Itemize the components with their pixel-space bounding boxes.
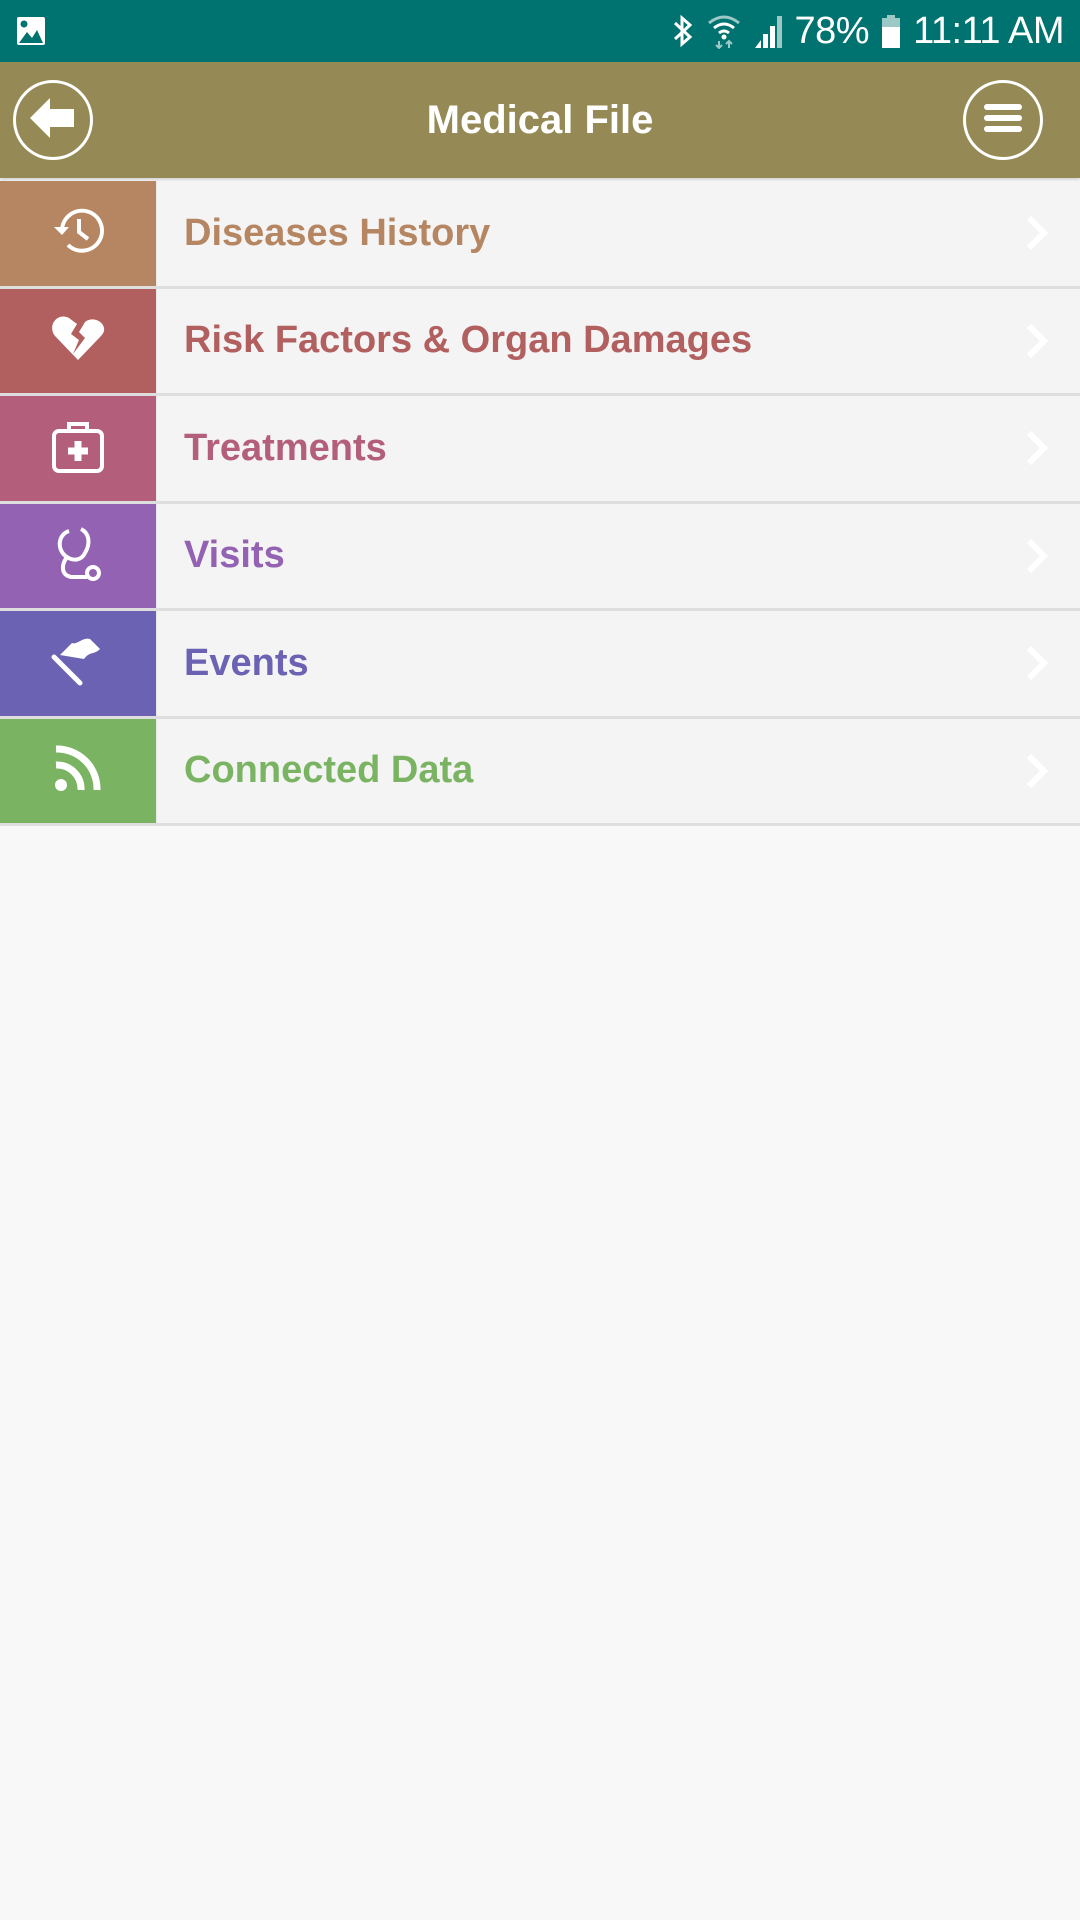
chevron-right-icon: [1026, 538, 1049, 574]
chevron-right-icon: [1026, 430, 1049, 466]
menu-item-icon-cell: [0, 718, 157, 823]
chevron-right-icon: [1026, 215, 1049, 251]
menu-item-icon-cell: [0, 611, 157, 716]
menu-item-visits[interactable]: Visits: [0, 503, 1080, 611]
menu-item-label: Connected Data: [184, 749, 474, 792]
menu-item-icon-cell: [0, 288, 157, 393]
menu-button[interactable]: [963, 80, 1043, 160]
page-title: Medical File: [426, 98, 654, 142]
clock: 11:11 AM: [913, 10, 1064, 52]
broken-heart-icon: [51, 314, 105, 367]
chevron-right-icon: [1026, 645, 1049, 681]
history-clock-icon: [50, 205, 106, 262]
menu-item-events[interactable]: Events: [0, 611, 1080, 719]
chevron-right-icon: [1026, 323, 1049, 359]
bluetooth-icon: [671, 13, 695, 49]
rss-feed-icon: [53, 743, 103, 798]
menu-item-label: Treatments: [184, 426, 387, 469]
menu-item-label: Diseases History: [184, 211, 491, 254]
status-bar: 78% 11:11 AM: [0, 0, 1080, 62]
gallery-notification-icon: [16, 16, 46, 46]
stethoscope-icon: [53, 525, 103, 586]
medical-file-menu: Diseases History Risk Factors & Organ Da…: [0, 181, 1080, 826]
app-header: Medical File: [0, 62, 1080, 178]
menu-item-connected-data[interactable]: Connected Data: [0, 718, 1080, 826]
menu-item-diseases-history[interactable]: Diseases History: [0, 181, 1080, 289]
chevron-right-icon: [1026, 753, 1049, 789]
wifi-icon: [707, 13, 741, 49]
battery-icon: [881, 13, 901, 49]
flag-icon: [50, 633, 106, 694]
signal-icon: [753, 14, 783, 48]
menu-item-icon-cell: [0, 181, 157, 286]
battery-percent: 78%: [794, 10, 870, 52]
menu-item-icon-cell: [0, 396, 157, 501]
menu-item-risk-factors[interactable]: Risk Factors & Organ Damages: [0, 288, 1080, 396]
menu-item-treatments[interactable]: Treatments: [0, 396, 1080, 504]
menu-item-label: Risk Factors & Organ Damages: [184, 319, 753, 362]
menu-item-label: Visits: [184, 534, 285, 577]
menu-item-icon-cell: [0, 503, 157, 608]
hamburger-menu-icon: [984, 102, 1022, 139]
first-aid-kit-icon: [51, 419, 105, 478]
menu-item-label: Events: [184, 641, 309, 684]
